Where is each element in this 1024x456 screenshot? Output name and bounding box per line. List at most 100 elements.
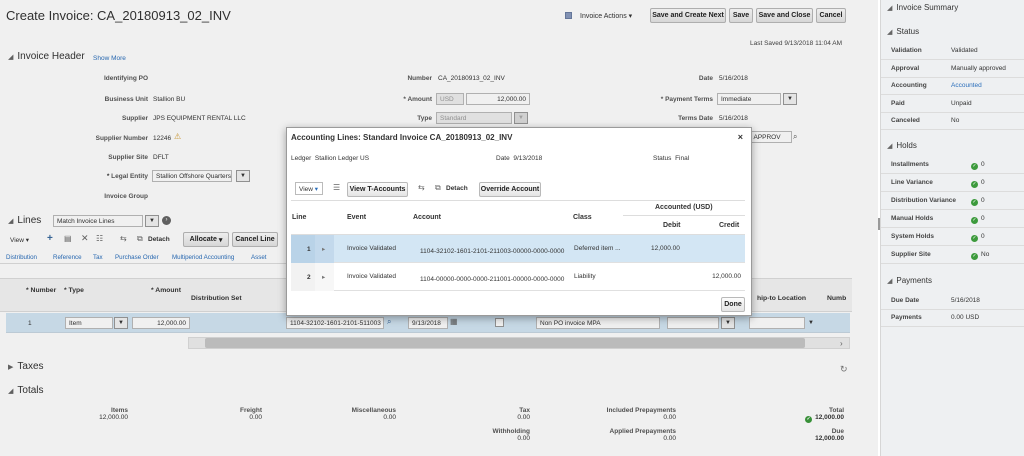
summary-row-value: No <box>951 117 960 124</box>
check-circle-icon: ✓ <box>971 253 978 260</box>
check-circle-icon: ✓ <box>971 235 978 242</box>
summary-row: Paid Unpaid <box>881 95 1024 113</box>
collapse-triangle-icon: ◢ <box>887 29 893 36</box>
invoice-summary-title: Invoice Summary <box>896 3 959 12</box>
expand-icon[interactable]: ▸ <box>322 273 325 281</box>
summary-row-label: Manual Holds <box>891 215 934 222</box>
summary-row-value: ✓ 0 <box>971 233 985 242</box>
dialog-status-label: Status <box>653 155 672 162</box>
override-account-button[interactable]: Override Account <box>479 182 541 197</box>
dialog-date-field: Date 9/13/2018 <box>496 155 542 162</box>
summary-row: Supplier Site ✓ No <box>881 246 1024 264</box>
summary-row-value-text: 0 <box>981 179 985 186</box>
summary-row: Canceled No <box>881 112 1024 130</box>
col-debit[interactable]: Debit <box>663 222 681 229</box>
status-header[interactable]: ◢ Status <box>887 27 919 36</box>
summary-row-value: Validated <box>951 47 978 54</box>
summary-row-value: 5/16/2018 <box>951 297 980 304</box>
dialog-status-value: Final <box>675 155 690 162</box>
invoice-summary-panel: ◢ Invoice Summary ◢ Status Validation Valid… <box>880 0 1024 456</box>
collapse-triangle-icon: ◢ <box>887 143 893 150</box>
row-header-cell <box>291 235 315 263</box>
list-icon[interactable]: ☰ <box>333 183 340 192</box>
summary-row-label: Distribution Variance <box>891 197 957 204</box>
dialog-status-field: Status Final <box>653 155 689 162</box>
row-header-cell <box>291 263 315 291</box>
summary-row-value-text: 0 <box>981 233 985 240</box>
summary-row-value-text: 0 <box>981 197 985 204</box>
done-button[interactable]: Done <box>721 297 745 312</box>
ledger-value: Stallion Ledger US <box>314 155 370 162</box>
col-credit[interactable]: Credit <box>719 222 739 229</box>
summary-row: System Holds ✓ 0 <box>881 228 1024 246</box>
collapse-triangle-icon: ◢ <box>887 5 893 12</box>
row-account: 1104-00000-0000-0000-211001-00000-0000-0… <box>420 276 565 283</box>
summary-row-value: Manually approved <box>951 64 1006 72</box>
summary-row-label: Accounting <box>891 82 927 89</box>
table-top-rule <box>291 200 745 201</box>
row-line: 2 <box>307 274 311 281</box>
check-circle-icon: ✓ <box>971 181 978 188</box>
row-account: 1104-32102-1601-2101-211003-00000-0000-0… <box>420 248 565 255</box>
summary-row-value: ✓ 0 <box>971 215 985 224</box>
summary-row-value: ✓ No <box>971 251 989 260</box>
table-row[interactable]: 2 ▸ Invoice Validated 1104-00000-0000-00… <box>291 263 745 291</box>
table-row[interactable]: 1 ▸ Invoice Validated 1104-32102-1601-21… <box>291 235 745 263</box>
check-circle-icon: ✓ <box>971 163 978 170</box>
dialog-date-value: 9/13/2018 <box>513 155 543 162</box>
row-class: Liability <box>574 273 596 280</box>
summary-row: Manual Holds ✓ 0 <box>881 210 1024 228</box>
summary-row: Due Date 5/16/2018 <box>881 292 1024 310</box>
accounting-lines-dialog: Accounting Lines: Standard Invoice CA_20… <box>286 127 752 316</box>
check-circle-icon: ✓ <box>971 217 978 224</box>
summary-row-value-text: 0 <box>981 161 985 168</box>
row-debit: 12,000.00 <box>651 245 680 252</box>
col-class[interactable]: Class <box>573 214 592 221</box>
view-t-accounts-button[interactable]: View T-Accounts <box>347 182 408 197</box>
summary-row-value: Unpaid <box>951 99 972 107</box>
row-event: Invoice Validated <box>347 245 397 252</box>
row-line: 1 <box>307 246 311 253</box>
dialog-title: Accounting Lines: Standard Invoice CA_20… <box>291 133 513 142</box>
summary-row-label: Paid <box>891 99 905 107</box>
freeze-icon[interactable]: ⇆ <box>418 183 425 192</box>
summary-row-label: Installments <box>891 161 929 168</box>
summary-row: Validation Validated <box>881 42 1024 60</box>
summary-row-value-text: No <box>981 251 990 258</box>
chevron-down-icon: ▾ <box>314 186 319 193</box>
ledger-field: Ledger Stallion Ledger US <box>291 155 369 162</box>
summary-row-label: Due Date <box>891 297 920 304</box>
expand-icon[interactable]: ▸ <box>322 245 325 253</box>
summary-row: Distribution Variance ✓ 0 <box>881 192 1024 210</box>
col-event[interactable]: Event <box>347 214 366 221</box>
summary-row-value[interactable]: Accounted <box>951 82 982 89</box>
col-account[interactable]: Account <box>413 214 441 221</box>
summary-row-label: Payments <box>891 314 922 321</box>
dialog-date-label: Date <box>496 155 510 162</box>
row-credit: 12,000.00 <box>712 273 741 280</box>
summary-row-label: Canceled <box>891 117 920 124</box>
collapse-triangle-icon: ◢ <box>887 278 893 285</box>
close-icon[interactable]: × <box>738 132 743 142</box>
dialog-view-menu[interactable]: View ▾ <box>295 182 323 195</box>
dialog-view-label: View <box>299 186 313 193</box>
summary-row-value: 0.00 USD <box>951 314 980 321</box>
row-event: Invoice Validated <box>347 273 397 280</box>
col-line[interactable]: Line <box>292 214 306 221</box>
payments-header[interactable]: ◢ Payments <box>887 276 932 285</box>
summary-row-label: Approval <box>891 64 920 72</box>
detach-icon[interactable]: ⧉ <box>435 183 441 193</box>
status-title: Status <box>896 27 920 36</box>
payments-title: Payments <box>896 276 932 285</box>
summary-row: Payments 0.00 USD <box>881 309 1024 327</box>
summary-row-value-text: 0 <box>981 215 985 222</box>
dialog-detach-button[interactable]: Detach <box>446 185 468 192</box>
accounted-rule <box>623 215 745 216</box>
invoice-summary-header[interactable]: ◢ Invoice Summary <box>887 3 958 12</box>
summary-row-value: ✓ 0 <box>971 179 985 188</box>
holds-title: Holds <box>896 141 917 150</box>
check-circle-icon: ✓ <box>971 199 978 206</box>
holds-header[interactable]: ◢ Holds <box>887 141 917 150</box>
summary-row: Installments ✓ 0 <box>881 156 1024 174</box>
summary-row-label: Validation <box>891 47 922 54</box>
